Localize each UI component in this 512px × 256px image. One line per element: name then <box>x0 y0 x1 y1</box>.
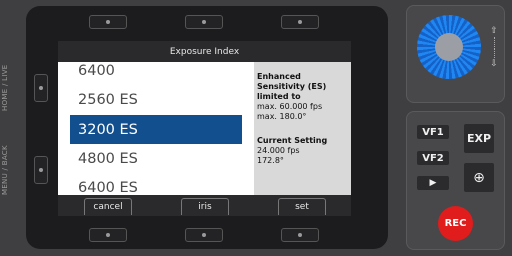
wheel-panel: ⇧ ⇩ <box>406 5 505 103</box>
button-dot-icon <box>202 233 206 237</box>
top-soft-button-2[interactable] <box>185 15 223 29</box>
set-button[interactable]: set <box>278 198 326 215</box>
button-dot-icon <box>106 20 110 24</box>
info-panel: Enhanced Sensitivity (ES) limited to max… <box>254 62 351 195</box>
exposure-index-list[interactable]: 6400 2560 ES 3200 ES 4800 ES 6400 ES <box>58 62 254 195</box>
es-heading: Enhanced Sensitivity (ES) limited to <box>257 72 327 101</box>
max-fps-text: max. 60.000 fps <box>257 102 323 111</box>
current-angle-text: 172.8° <box>257 156 284 165</box>
arrow-up-icon: ⇧ <box>490 26 498 36</box>
button-dot-icon <box>106 233 110 237</box>
list-item[interactable]: 6400 <box>70 62 242 85</box>
button-dot-icon <box>39 168 43 172</box>
home-live-button[interactable] <box>34 74 48 102</box>
menu-back-button[interactable] <box>34 156 48 184</box>
home-live-label: HOME / LIVE <box>1 64 9 112</box>
bottom-soft-button-3[interactable] <box>281 228 319 242</box>
current-setting-heading: Current Setting <box>257 136 328 145</box>
screen-footer: cancel iris set <box>58 195 351 216</box>
list-item[interactable]: 6400 ES <box>70 173 242 196</box>
play-button[interactable]: ▶ <box>417 176 449 190</box>
max-angle-text: max. 180.0° <box>257 112 307 121</box>
cancel-button[interactable]: cancel <box>84 198 132 215</box>
zoom-in-icon[interactable]: ⊕ <box>464 163 494 192</box>
bottom-soft-button-1[interactable] <box>89 228 127 242</box>
top-soft-button-3[interactable] <box>281 15 319 29</box>
menu-back-label: MENU / BACK <box>1 145 9 195</box>
list-item[interactable]: 2560 ES <box>70 85 242 114</box>
exp-button[interactable]: EXP <box>464 124 494 153</box>
list-item[interactable]: 4800 ES <box>70 144 242 173</box>
bottom-soft-button-2[interactable] <box>185 228 223 242</box>
button-dot-icon <box>202 20 206 24</box>
wheel-direction-indicator: ⇧ ⇩ <box>487 26 501 76</box>
control-panel: VF1 VF2 ▶ EXP ⊕ REC <box>406 111 505 250</box>
jog-wheel[interactable] <box>417 15 481 79</box>
list-item-selected[interactable]: 3200 ES <box>70 115 242 144</box>
current-fps-text: 24.000 fps <box>257 146 300 155</box>
vf2-button[interactable]: VF2 <box>417 151 449 165</box>
button-dot-icon <box>39 86 43 90</box>
button-dot-icon <box>298 20 302 24</box>
screen-title: Exposure Index <box>58 41 351 62</box>
top-soft-button-1[interactable] <box>89 15 127 29</box>
arrow-down-icon: ⇩ <box>490 59 498 69</box>
vf1-button[interactable]: VF1 <box>417 125 449 139</box>
camera-screen: Exposure Index 6400 2560 ES 3200 ES 4800… <box>58 41 351 216</box>
iris-button[interactable]: iris <box>181 198 229 215</box>
rec-button[interactable]: REC <box>438 206 473 241</box>
button-dot-icon <box>298 233 302 237</box>
